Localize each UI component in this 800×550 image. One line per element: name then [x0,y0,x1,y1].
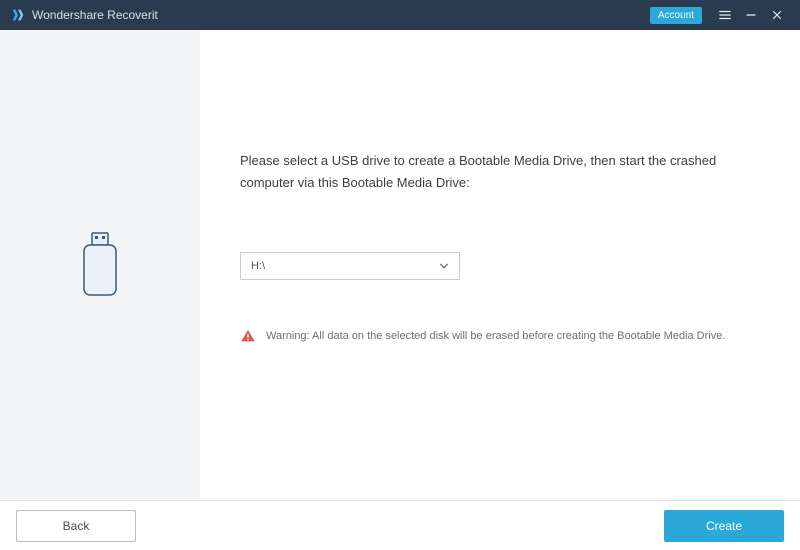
close-icon [770,8,784,22]
titlebar: Wondershare Recoverit Account [0,0,800,30]
instruction-text: Please select a USB drive to create a Bo… [240,150,760,194]
app-title: Wondershare Recoverit [32,8,158,22]
create-button[interactable]: Create [664,510,784,542]
account-button[interactable]: Account [650,7,702,24]
back-button[interactable]: Back [16,510,136,542]
main-panel: Please select a USB drive to create a Bo… [200,30,800,500]
selected-drive-label: H:\ [251,260,265,272]
close-button[interactable] [764,0,790,30]
usb-drive-icon [76,231,124,299]
minimize-icon [744,8,758,22]
app-logo: Wondershare Recoverit [10,7,158,23]
chevron-down-icon [439,261,449,271]
content-area: Please select a USB drive to create a Bo… [0,30,800,500]
warning-icon [240,328,256,344]
menu-icon [718,8,732,22]
warning-row: Warning: All data on the selected disk w… [240,328,760,344]
drive-select-dropdown[interactable]: H:\ [240,252,460,280]
sidebar [0,30,200,500]
footer: Back Create [0,500,800,550]
menu-button[interactable] [712,0,738,30]
warning-text: Warning: All data on the selected disk w… [266,330,725,342]
app-logo-icon [10,7,26,23]
minimize-button[interactable] [738,0,764,30]
